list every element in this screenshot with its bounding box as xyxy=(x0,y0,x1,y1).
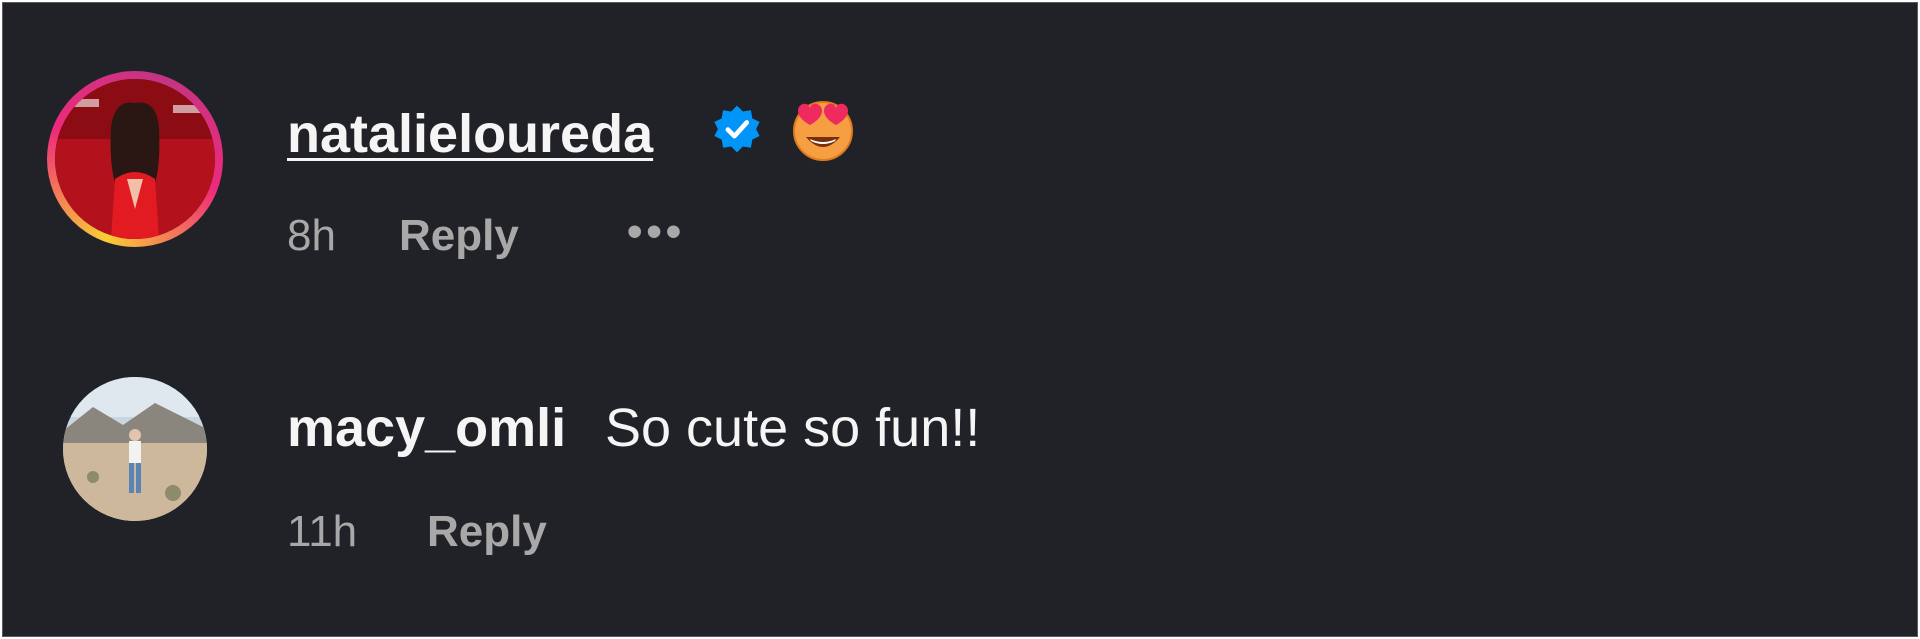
comment-username[interactable]: natalieloureda xyxy=(287,103,653,165)
reply-button[interactable]: Reply xyxy=(399,211,519,261)
reply-button[interactable]: Reply xyxy=(427,507,547,557)
avatar-photo xyxy=(63,377,207,521)
comment-timestamp: 8h xyxy=(287,211,336,260)
story-ring[interactable] xyxy=(47,71,223,247)
comment-timestamp: 11h xyxy=(287,507,358,556)
avatar-photo xyxy=(55,79,215,239)
more-options-icon[interactable]: ••• xyxy=(627,207,685,257)
heart-eyes-emoji-icon xyxy=(789,95,857,163)
avatar xyxy=(55,79,215,239)
comments-panel: natalieloureda 8h Reply ••• macy_omli So… xyxy=(2,2,1918,637)
avatar[interactable] xyxy=(63,377,207,521)
comment-text: So cute so fun!! xyxy=(605,398,981,458)
comment-username[interactable]: macy_omli xyxy=(287,397,566,459)
verified-badge-icon xyxy=(711,103,763,155)
